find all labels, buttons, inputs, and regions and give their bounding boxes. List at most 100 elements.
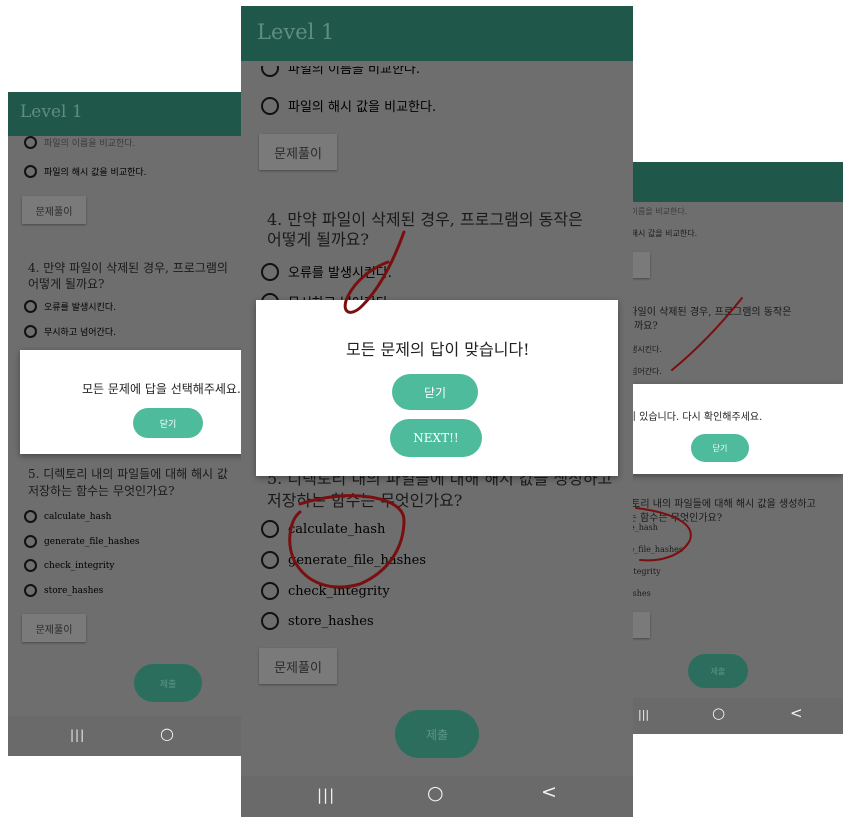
app-bar: Level 1 xyxy=(241,6,633,61)
option-label: 파일의 해시 값을 비교한다. xyxy=(288,100,437,115)
app-title: Level 1 xyxy=(20,102,83,122)
q4-option-1[interactable]: 오류를 발생시킨다. xyxy=(24,300,116,313)
q5-option-4[interactable]: store_hashes xyxy=(261,612,374,630)
q5-option-2[interactable]: generate_file_hashes xyxy=(261,551,426,569)
radio-icon xyxy=(24,535,37,548)
q5-option-4[interactable]: store_hashes xyxy=(24,584,103,597)
q5-option-2[interactable]: generate_file_hashes xyxy=(24,535,140,548)
option-prev-b[interactable]: 파일의 해시 값을 비교한다. xyxy=(261,96,436,115)
solve-button-label: 문제풀이 xyxy=(274,660,322,676)
radio-icon xyxy=(24,325,37,338)
question-5-line1: 5. 디렉토리 내의 파일들에 대해 해시 값 xyxy=(28,467,228,481)
submit-button[interactable]: 제출 xyxy=(134,664,202,702)
option-label: store_hashes xyxy=(288,613,374,629)
q5-option-2-label: generate_file_hashes xyxy=(628,545,683,554)
close-button-label: 닫기 xyxy=(159,419,177,430)
radio-icon xyxy=(261,262,279,281)
option-label: 파일의 해시 값을 비교한다. xyxy=(44,168,147,178)
close-button[interactable]: 닫기 xyxy=(392,374,478,410)
solve-button[interactable]: 문제풀이 xyxy=(22,196,86,224)
option-prev-b-label: 파일의 해시 값을 비교한다. xyxy=(628,229,698,238)
home-icon[interactable]: ○ xyxy=(712,704,725,722)
question-5-line1: 5. 디렉토리 내의 파일들에 대해 해시 값을 생성하고 xyxy=(628,499,816,510)
question-4-line1: 4. 만약 파일이 삭제된 경우, 프로그램의 xyxy=(28,261,228,275)
question-4-text: 4. 만약 파일이 삭제된 경우, 프로그램의 동작은 어떻게 될까요? xyxy=(628,306,791,334)
home-icon[interactable]: ○ xyxy=(427,782,444,804)
option-label: calculate_hash xyxy=(44,511,112,522)
app-bar xyxy=(628,162,843,202)
submit-button-label: 제출 xyxy=(710,666,726,676)
nav-bar: ||| ○ xyxy=(8,716,256,756)
option-label: generate_file_hashes xyxy=(288,552,427,568)
alert-dialog-right: 틀린 답이 있습니다. 다시 확인해주세요. 닫기 xyxy=(596,384,843,474)
recents-icon[interactable]: ||| xyxy=(317,786,335,804)
radio-selected-icon xyxy=(261,96,279,115)
radio-icon xyxy=(261,520,279,538)
q5-option-1[interactable]: calculate_hash xyxy=(261,520,385,538)
dialog-message: 모든 문제에 답을 선택해주세요. xyxy=(82,382,241,396)
close-button[interactable]: 닫기 xyxy=(133,408,203,438)
option-label: check_integrity xyxy=(44,560,115,571)
question-5-line2: 저장하는 함수는 무엇인가요? xyxy=(267,491,463,510)
question-4-line2: 어떻게 될까요? xyxy=(267,230,369,249)
q5-option-3[interactable]: check_integrity xyxy=(261,582,390,600)
recents-icon[interactable]: ||| xyxy=(638,708,649,721)
question-4-line2: 어떻게 될까요? xyxy=(628,321,658,332)
radio-icon xyxy=(24,510,37,523)
option-label: check_integrity xyxy=(288,583,390,599)
app-title: Level 1 xyxy=(257,20,335,44)
next-button[interactable]: NEXT!! xyxy=(390,419,482,457)
option-label: calculate_hash xyxy=(288,521,386,537)
right-q5-options: calculate_hash generate_file_hashes chec… xyxy=(628,522,843,600)
radio-icon xyxy=(24,300,37,313)
home-icon[interactable]: ○ xyxy=(160,724,174,743)
option-label: 무시하고 넘어간다. xyxy=(44,328,116,338)
submit-button[interactable]: 제출 xyxy=(395,710,479,758)
option-prev-a-label: 파일의 이름을 비교한다. xyxy=(628,207,688,216)
q5-option-4-label: store_hashes xyxy=(628,589,651,598)
back-icon[interactable]: < xyxy=(541,781,557,803)
q5-option-1[interactable]: calculate_hash xyxy=(24,510,111,523)
question-5-text: 5. 디렉토리 내의 파일들에 대해 해시 값 저장하는 함수는 무엇인가요? xyxy=(28,466,228,500)
option-label: 오류를 발생시킨다. xyxy=(288,266,392,281)
option-prev-a[interactable]: 파일의 이름을 비교한다. xyxy=(24,136,135,149)
option-prev-a[interactable]: 파일의 이름을 비교한다. xyxy=(261,66,420,80)
dialog-message: 모든 문제의 답이 맞습니다! xyxy=(346,340,530,359)
recents-icon[interactable]: ||| xyxy=(70,728,85,742)
radio-icon xyxy=(24,165,37,178)
option-label: store_hashes xyxy=(44,585,104,596)
q4-option-2[interactable]: 무시하고 넘어간다. xyxy=(24,325,116,338)
solve-button[interactable]: 문제풀이 xyxy=(259,134,337,170)
solve-button-label: 문제풀이 xyxy=(274,146,322,162)
solve-button[interactable]: 문제풀이 xyxy=(22,614,86,642)
q5-option-3-label: check_integrity xyxy=(628,567,661,576)
nav-bar: ||| ○ < xyxy=(241,776,633,817)
back-icon[interactable]: < xyxy=(790,704,803,722)
alert-dialog-left: 모든 문제에 답을 선택해주세요. 닫기 xyxy=(20,350,256,454)
q4-option-2-label: 무시하고 넘어간다. xyxy=(628,367,662,376)
q5-option-3[interactable]: check_integrity xyxy=(24,559,114,572)
q4-option-1-label: 오류를 발생시킨다. xyxy=(628,345,662,354)
solve-button-label: 문제풀이 xyxy=(35,206,73,218)
option-label: 파일의 이름을 비교한다. xyxy=(44,139,136,149)
alert-dialog-center: 모든 문제의 답이 맞습니다! 닫기 NEXT!! xyxy=(256,300,618,476)
q5-option-1-label: calculate_hash xyxy=(628,523,658,532)
submit-button-label: 제출 xyxy=(425,727,449,742)
option-label: 오류를 발생시킨다. xyxy=(44,303,116,313)
question-4-line1: 4. 만약 파일이 삭제된 경우, 프로그램의 동작은 xyxy=(628,307,792,318)
option-label: 파일의 이름을 비교한다. xyxy=(288,66,420,77)
app-bar: Level 1 xyxy=(8,92,256,136)
radio-icon xyxy=(261,582,279,600)
close-button-label: 닫기 xyxy=(712,443,728,453)
radio-icon xyxy=(24,584,37,597)
right-q4-options: 오류를 발생시킨다. 무시하고 넘어간다. xyxy=(628,344,843,378)
q4-option-1[interactable]: 오류를 발생시킨다. xyxy=(261,262,392,281)
right-prev-options: 파일의 이름을 비교한다. 파일의 해시 값을 비교한다. xyxy=(628,206,843,240)
close-button-label: 닫기 xyxy=(423,385,447,400)
question-4-text: 4. 만약 파일이 삭제된 경우, 프로그램의 동작은 어떻게 될까요? xyxy=(267,210,583,250)
option-prev-b[interactable]: 파일의 해시 값을 비교한다. xyxy=(24,165,147,178)
submit-button[interactable]: 제출 xyxy=(688,654,748,688)
question-4-line2: 어떻게 될까요? xyxy=(28,277,105,291)
solve-button[interactable]: 문제풀이 xyxy=(259,648,337,684)
close-button[interactable]: 닫기 xyxy=(691,434,749,462)
